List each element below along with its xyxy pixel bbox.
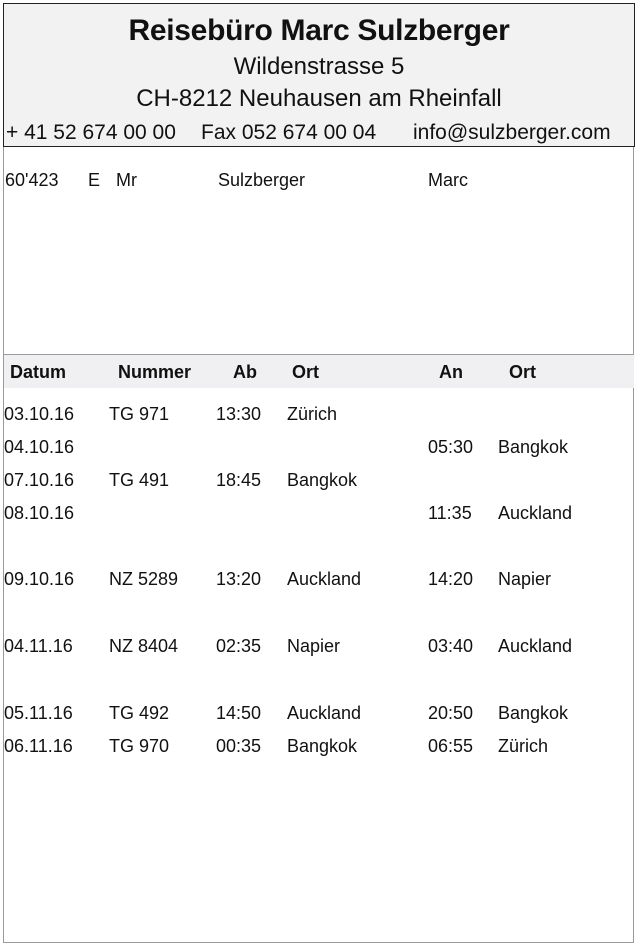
row-date: 08.10.16 (4, 503, 75, 523)
col-ort-arrival: Ort (509, 362, 536, 382)
itinerary-column-headers: Datum Nummer Ab Ort An Ort (4, 354, 634, 388)
row-flight-number: TG 491 (109, 470, 170, 490)
agency-city: CH-8212 Neuhausen am Rheinfall (136, 85, 502, 112)
itinerary-row: 07.10.16 TG 491 18:45 Bangkok (0, 470, 640, 496)
row-flight-number: TG 970 (109, 736, 170, 756)
row-departure-time: 13:20 (216, 569, 262, 589)
itinerary-row: 06.11.16 TG 970 00:35 Bangkok 06:55 Züri… (0, 736, 640, 762)
col-nummer: Nummer (118, 362, 192, 382)
row-flight-number: NZ 5289 (109, 569, 179, 589)
row-flight-number: NZ 8404 (109, 636, 179, 656)
col-datum: Datum (10, 362, 67, 382)
row-flight-number: TG 971 (109, 404, 170, 424)
row-date: 04.11.16 (4, 636, 73, 656)
col-an: An (439, 362, 463, 382)
agency-contacts: + 41 52 674 00 00 Fax 052 674 00 04 info… (4, 121, 634, 149)
row-arrival-place: Napier (498, 569, 552, 589)
row-departure-place: Zürich (287, 404, 338, 424)
row-arrival-place: Auckland (498, 636, 573, 656)
row-date: 05.11.16 (4, 703, 73, 723)
row-departure-place: Napier (287, 636, 341, 656)
row-flight-number: TG 492 (109, 703, 170, 723)
agency-phone: + 41 52 674 00 00 (6, 121, 176, 144)
col-ort-departure: Ort (292, 362, 319, 382)
row-arrival-time: 11:35 (428, 503, 472, 523)
row-departure-place: Bangkok (287, 736, 358, 756)
agency-email: info@sulzberger.com (413, 121, 611, 144)
agency-street: Wildenstrasse 5 (233, 53, 405, 80)
row-arrival-place: Zürich (498, 736, 549, 756)
row-arrival-time: 20:50 (428, 703, 474, 723)
customer-salutation: Mr (116, 170, 137, 190)
row-departure-place: Bangkok (287, 470, 358, 490)
row-departure-place: Auckland (287, 703, 362, 723)
customer-number: 60'423 (5, 170, 59, 190)
customer-code: E (88, 170, 101, 190)
row-date: 06.11.16 (4, 736, 73, 756)
itinerary-row: 04.11.16 NZ 8404 02:35 Napier 03:40 Auck… (0, 636, 640, 662)
row-date: 07.10.16 (4, 470, 75, 490)
row-departure-time: 18:45 (216, 470, 262, 490)
row-date: 03.10.16 (4, 404, 75, 424)
row-arrival-time: 05:30 (428, 437, 474, 457)
row-arrival-place: Bangkok (498, 703, 569, 723)
agency-name: Reisebüro Marc Sulzberger (128, 14, 510, 47)
itinerary-row: 04.10.16 05:30 Bangkok (0, 437, 640, 463)
itinerary-row: 05.11.16 TG 492 14:50 Auckland 20:50 Ban… (0, 703, 640, 729)
row-arrival-place: Bangkok (498, 437, 569, 457)
customer-last-name: Sulzberger (218, 170, 306, 190)
agency-fax: Fax 052 674 00 04 (201, 121, 377, 144)
row-departure-time: 14:50 (216, 703, 262, 723)
customer-first-name: Marc (428, 170, 468, 190)
row-departure-time: 00:35 (216, 736, 262, 756)
row-departure-time: 13:30 (216, 404, 262, 424)
row-date: 04.10.16 (4, 437, 75, 457)
agency-header: Reisebüro Marc Sulzberger Wildenstrasse … (3, 3, 635, 147)
customer-line: 60'423 E Mr Sulzberger Marc (0, 170, 640, 194)
row-departure-place: Auckland (287, 569, 362, 589)
row-arrival-time: 06:55 (428, 736, 474, 756)
row-arrival-place: Auckland (498, 503, 573, 523)
itinerary-row: 03.10.16 TG 971 13:30 Zürich (0, 404, 640, 430)
itinerary-row: 08.10.16 11:35 Auckland (0, 503, 640, 529)
row-departure-time: 02:35 (216, 636, 262, 656)
row-arrival-time: 14:20 (428, 569, 474, 589)
col-ab: Ab (233, 362, 257, 382)
itinerary-row: 09.10.16 NZ 5289 13:20 Auckland 14:20 Na… (0, 569, 640, 595)
row-arrival-time: 03:40 (428, 636, 474, 656)
row-date: 09.10.16 (4, 569, 75, 589)
